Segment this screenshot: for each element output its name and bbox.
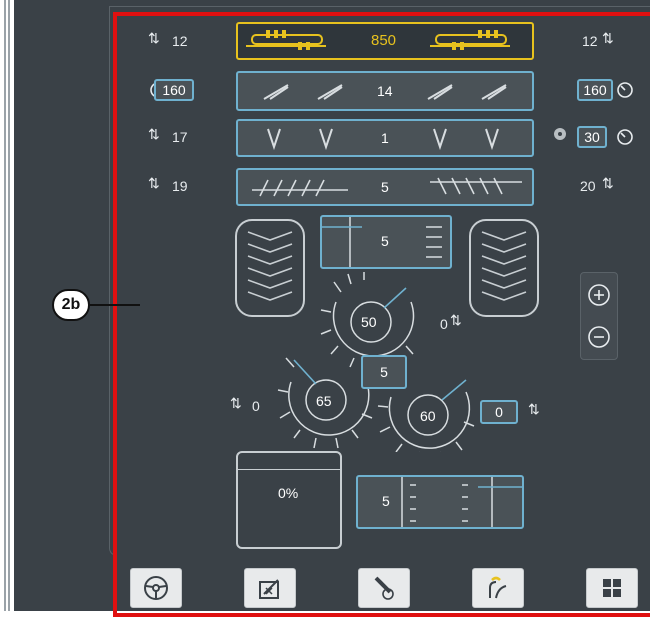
callout-leader-line <box>90 304 140 306</box>
left-frame <box>0 0 14 611</box>
callout-label: 2b <box>52 289 90 321</box>
highlight-frame <box>113 12 650 617</box>
